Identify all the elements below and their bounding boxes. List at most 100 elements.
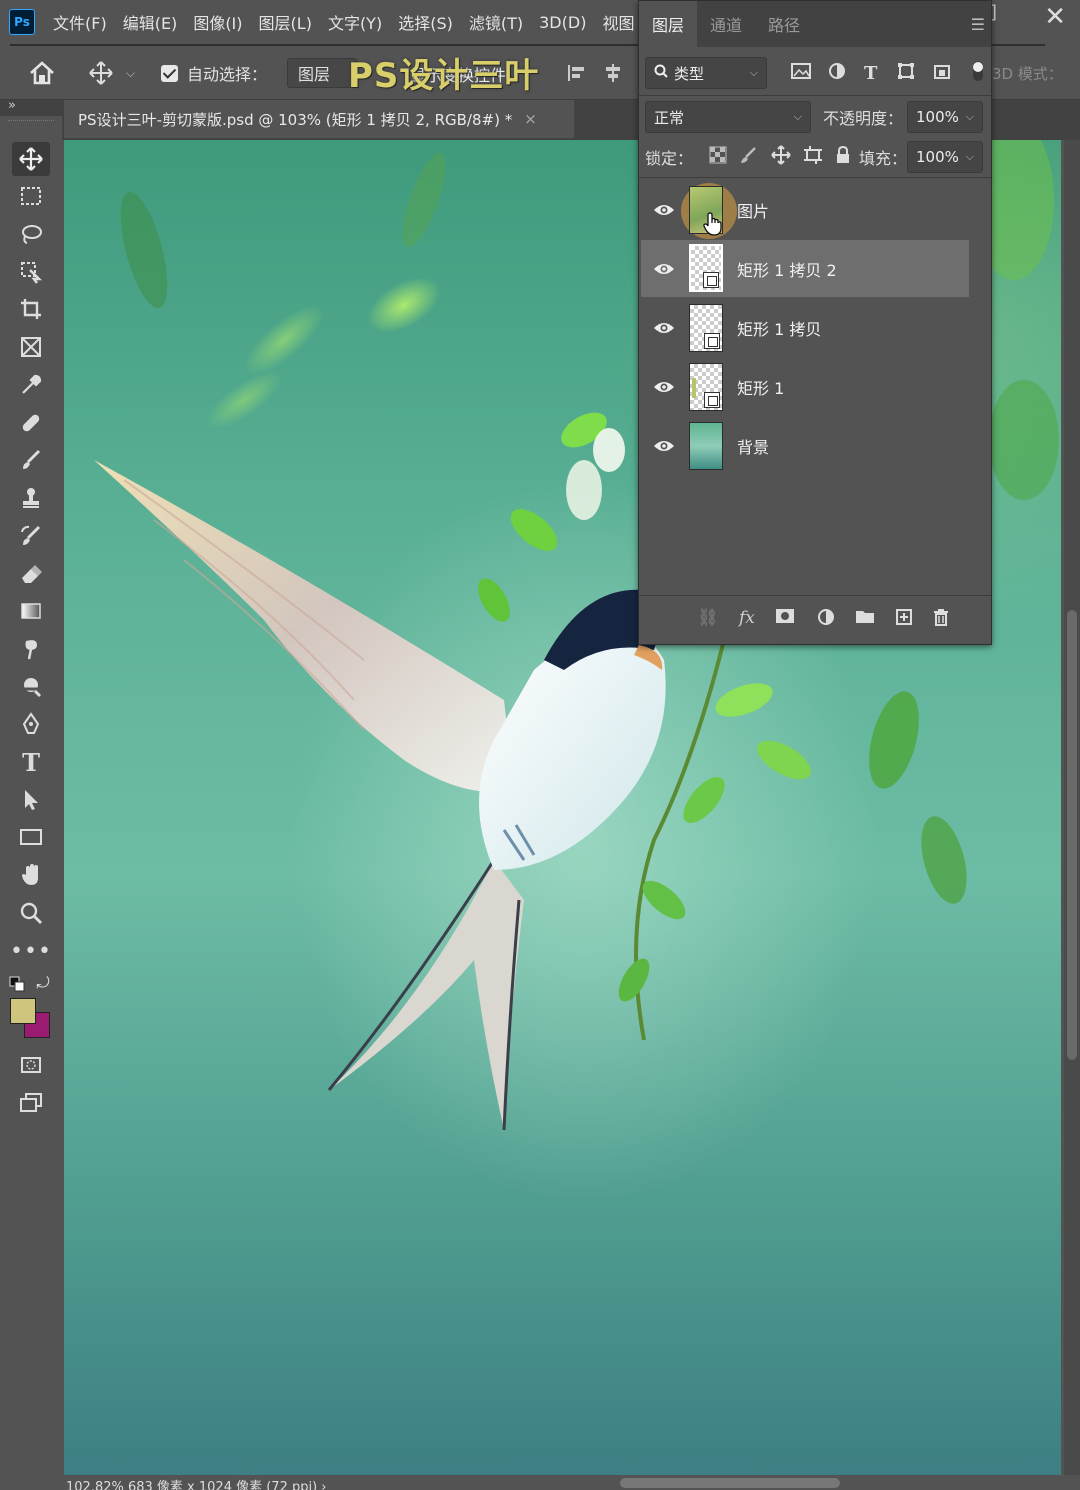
new-group-folder-icon[interactable]: [855, 608, 875, 629]
align-left-icon[interactable]: [566, 46, 588, 100]
align-center-icon[interactable]: [602, 46, 624, 100]
lock-artboard-icon[interactable]: [803, 145, 823, 169]
layer-style-fx-icon[interactable]: fx: [739, 608, 755, 628]
rectangle-tool-icon[interactable]: [12, 820, 50, 854]
photoshop-logo-icon[interactable]: Ps: [9, 9, 35, 35]
blend-row: 正常 ⌵ 不透明度： 100% ⌵: [645, 99, 985, 135]
pen-tool-icon[interactable]: [12, 707, 50, 741]
healing-brush-tool-icon[interactable]: [12, 406, 50, 440]
new-layer-icon[interactable]: [895, 608, 913, 631]
clone-stamp-tool-icon[interactable]: [12, 481, 50, 515]
menu-type[interactable]: 文字(Y): [328, 10, 382, 34]
eye-icon[interactable]: [653, 262, 675, 276]
menu-select[interactable]: 选择(S): [398, 10, 453, 34]
dodge-tool-icon[interactable]: [12, 670, 50, 704]
eye-icon[interactable]: [653, 439, 675, 453]
layer-row-image[interactable]: 图片: [641, 181, 969, 239]
more-tools-icon[interactable]: •••: [10, 934, 51, 968]
lock-image-pixels-icon[interactable]: [739, 146, 757, 168]
smudge-tool-icon[interactable]: [12, 632, 50, 666]
layer-name[interactable]: 背景: [737, 434, 769, 458]
panel-menu-icon[interactable]: ☰: [971, 15, 985, 34]
document-tab[interactable]: PS设计三叶-剪切蒙版.psd @ 103% (矩形 1 拷贝 2, RGB/8…: [64, 100, 574, 138]
scroll-thumb[interactable]: [1067, 610, 1077, 1060]
auto-select-target-dropdown[interactable]: 图层: [287, 46, 357, 100]
menu-layer[interactable]: 图层(L): [259, 10, 312, 34]
menu-file[interactable]: 文件(F): [53, 10, 107, 34]
lock-position-icon[interactable]: [771, 145, 791, 169]
layer-filter-row: 类型 ⌵ T: [645, 55, 985, 91]
tab-paths[interactable]: 路径: [755, 1, 813, 47]
marquee-tool-icon[interactable]: [12, 179, 50, 213]
layer-name[interactable]: 图片: [737, 198, 769, 222]
toolbar-grip[interactable]: [8, 120, 54, 124]
horizontal-scroll-thumb[interactable]: [620, 1478, 840, 1488]
close-tab-icon[interactable]: ×: [524, 110, 537, 128]
menu-image[interactable]: 图像(I): [193, 10, 242, 34]
menu-filter[interactable]: 滤镜(T): [469, 10, 523, 34]
filter-adjustment-icon[interactable]: [828, 62, 846, 84]
layer-name[interactable]: 矩形 1: [737, 375, 784, 399]
eye-icon[interactable]: [653, 203, 675, 217]
layer-row-rect-copy[interactable]: 矩形 1 拷贝: [641, 299, 969, 356]
brush-tool-icon[interactable]: [12, 443, 50, 477]
filter-kind-dropdown[interactable]: 类型 ⌵: [645, 57, 767, 89]
collapse-panels-icon[interactable]: »: [8, 98, 16, 113]
move-tool-icon[interactable]: [12, 142, 50, 176]
home-icon[interactable]: [28, 46, 56, 100]
default-colors-icon[interactable]: [9, 976, 25, 992]
filter-toggle-icon[interactable]: [971, 60, 985, 86]
quick-mask-icon[interactable]: [12, 1048, 50, 1082]
eyedropper-tool-icon[interactable]: [12, 368, 50, 402]
tab-layers[interactable]: 图层: [639, 1, 697, 47]
adjustment-layer-icon[interactable]: [817, 608, 835, 631]
history-brush-tool-icon[interactable]: [12, 519, 50, 553]
menu-3d[interactable]: 3D(D): [539, 13, 586, 32]
type-tool-icon[interactable]: T: [12, 745, 50, 779]
lasso-tool-icon[interactable]: [12, 217, 50, 251]
delete-layer-trash-icon[interactable]: [933, 608, 949, 631]
menu-edit[interactable]: 编辑(E): [123, 10, 178, 34]
eraser-tool-icon[interactable]: [12, 557, 50, 591]
document-title: PS设计三叶-剪切蒙版.psd @ 103% (矩形 1 拷贝 2, RGB/8…: [78, 110, 513, 129]
path-selection-tool-icon[interactable]: [12, 783, 50, 817]
menu-view[interactable]: 视图: [602, 10, 634, 34]
crop-tool-icon[interactable]: [12, 292, 50, 326]
swap-colors-icon[interactable]: ⤾: [28, 966, 58, 1000]
screen-mode-icon[interactable]: [12, 1086, 50, 1120]
layer-row-background[interactable]: 背景: [641, 417, 969, 474]
filter-type-icon[interactable]: T: [864, 63, 877, 84]
opacity-input[interactable]: 100% ⌵: [907, 101, 983, 133]
eye-icon[interactable]: [653, 380, 675, 394]
frame-tool-icon[interactable]: [12, 330, 50, 364]
layer-row-rect[interactable]: 矩形 1: [641, 358, 969, 415]
hand-tool-icon[interactable]: [12, 858, 50, 892]
chevron-down-icon[interactable]: ⌵: [966, 150, 974, 164]
filter-smart-object-icon[interactable]: [933, 62, 951, 84]
tab-channels[interactable]: 通道: [697, 1, 755, 47]
auto-select-checkbox[interactable]: [161, 46, 178, 100]
link-layers-icon[interactable]: ⛓: [697, 608, 719, 628]
filter-shape-icon[interactable]: [897, 62, 915, 84]
fill-input[interactable]: 100% ⌵: [907, 141, 983, 173]
lock-transparent-pixels-icon[interactable]: [709, 146, 727, 168]
chevron-down-icon[interactable]: ⌵: [966, 110, 974, 124]
blend-mode-dropdown[interactable]: 正常 ⌵: [645, 101, 811, 133]
filter-pixel-icon[interactable]: [791, 62, 811, 84]
zoom-tool-icon[interactable]: [12, 896, 50, 930]
foreground-color-swatch[interactable]: [10, 998, 36, 1024]
object-selection-tool-icon[interactable]: [12, 255, 50, 289]
panel-tab-bar: 图层 通道 路径 ☰: [639, 1, 991, 47]
move-tool-preset-icon[interactable]: [88, 46, 114, 100]
add-mask-icon[interactable]: [775, 608, 795, 629]
window-close-button[interactable]: ✕: [1044, 2, 1066, 32]
lock-all-icon[interactable]: [835, 145, 851, 169]
canvas-vertical-scrollbar[interactable]: [1064, 140, 1080, 1475]
layer-name[interactable]: 矩形 1 拷贝: [737, 316, 821, 340]
layer-thumbnail: [689, 422, 723, 470]
chevron-down-icon[interactable]: ⌵: [126, 46, 135, 100]
gradient-tool-icon[interactable]: [12, 594, 50, 628]
layer-name[interactable]: 矩形 1 拷贝 2: [737, 257, 837, 281]
eye-icon[interactable]: [653, 321, 675, 335]
layer-row-rect-copy-2[interactable]: 矩形 1 拷贝 2: [641, 240, 969, 297]
